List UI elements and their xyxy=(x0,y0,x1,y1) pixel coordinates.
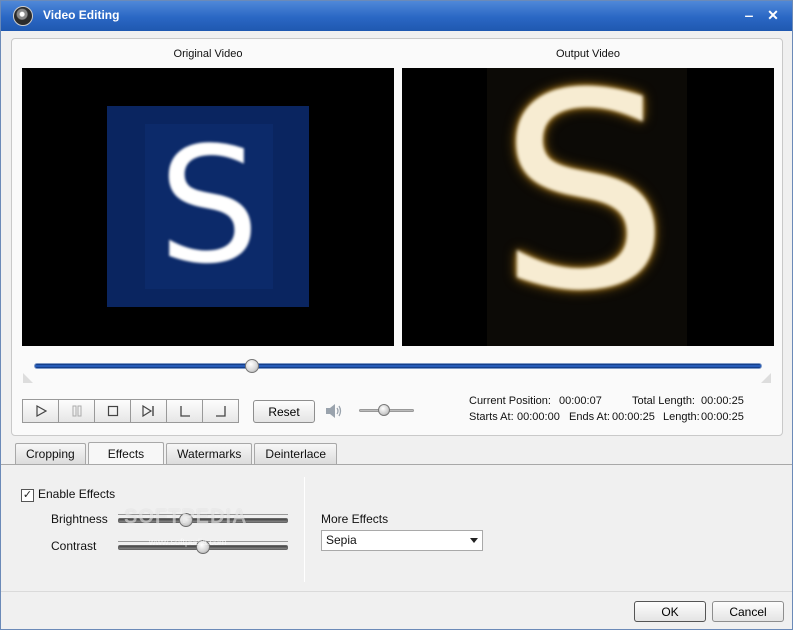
seek-thumb[interactable] xyxy=(245,359,260,373)
tab-strip: Cropping Effects Watermarks Deinterlace xyxy=(15,442,339,465)
ok-button[interactable]: OK xyxy=(634,601,706,622)
original-frame-letter: S xyxy=(158,112,260,299)
start-marker-icon[interactable] xyxy=(23,373,33,383)
seek-bar[interactable] xyxy=(34,363,762,369)
starts-at-label: Starts At: xyxy=(469,411,514,423)
effects-panel xyxy=(1,464,792,591)
ends-at-value: 00:00:25 xyxy=(612,411,655,423)
cancel-button[interactable]: Cancel xyxy=(712,601,784,622)
more-effects-label: More Effects xyxy=(321,512,389,526)
output-frame-letter: S xyxy=(498,68,670,346)
enable-effects-label: Enable Effects xyxy=(38,487,116,501)
disc-icon xyxy=(13,6,33,26)
footer-divider xyxy=(1,591,792,592)
length-value: 00:00:25 xyxy=(701,411,744,423)
starts-at-value: 00:00:00 xyxy=(517,411,560,423)
play-button[interactable] xyxy=(22,399,59,423)
reset-button[interactable]: Reset xyxy=(253,400,315,423)
play-icon xyxy=(35,405,47,417)
more-effects-select[interactable]: Sepia xyxy=(321,530,483,551)
original-frame-content: S xyxy=(107,106,309,307)
title-bar[interactable]: Video Editing ‒ ✕ xyxy=(1,1,792,31)
original-video-label: Original Video xyxy=(173,48,243,60)
close-button[interactable]: ✕ xyxy=(763,5,783,25)
contrast-label: Contrast xyxy=(51,539,97,553)
total-length-label: Total Length: xyxy=(632,395,695,407)
pause-icon xyxy=(72,405,81,417)
tab-watermarks[interactable]: Watermarks xyxy=(166,443,253,464)
softpedia-watermark: SOFTPEDIA xyxy=(124,506,248,528)
tab-cropping[interactable]: Cropping xyxy=(15,443,86,464)
more-effects-value: Sepia xyxy=(326,533,357,547)
current-position-value: 00:00:07 xyxy=(559,395,602,407)
set-start-icon xyxy=(179,406,190,417)
tab-deinterlace[interactable]: Deinterlace xyxy=(254,443,338,464)
set-end-button[interactable] xyxy=(202,399,239,423)
minimize-button[interactable]: ‒ xyxy=(739,5,759,25)
length-label: Length: xyxy=(663,411,700,423)
enable-effects-checkbox[interactable]: ✓ xyxy=(21,489,34,502)
stop-icon xyxy=(107,405,118,417)
output-video-view: S xyxy=(402,68,774,346)
ends-at-label: Ends At: xyxy=(569,411,610,423)
speaker-icon[interactable] xyxy=(324,403,344,419)
output-video-label: Output Video xyxy=(555,48,620,60)
tab-effects[interactable]: Effects xyxy=(87,442,165,465)
preview-panel: Original Video Output Video S S Reset Cu… xyxy=(11,38,783,436)
brightness-label: Brightness xyxy=(51,512,108,526)
end-marker-icon[interactable] xyxy=(761,373,771,383)
transport-controls xyxy=(22,399,239,423)
current-position-label: Current Position: xyxy=(469,395,551,407)
original-video-view: S xyxy=(22,68,394,346)
set-start-button[interactable] xyxy=(166,399,203,423)
pause-button[interactable] xyxy=(58,399,95,423)
volume-thumb[interactable] xyxy=(377,404,390,416)
next-frame-button[interactable] xyxy=(130,399,167,423)
dropdown-arrow-icon xyxy=(470,538,478,543)
stop-button[interactable] xyxy=(94,399,131,423)
next-frame-icon xyxy=(141,405,154,417)
softpedia-watermark-url: www.softpedia.com xyxy=(149,537,227,547)
total-length-value: 00:00:25 xyxy=(701,395,744,407)
panel-divider xyxy=(304,477,305,582)
set-end-icon xyxy=(215,406,226,417)
video-editing-window: Video Editing ‒ ✕ Original Video Output … xyxy=(0,0,793,630)
window-title: Video Editing xyxy=(43,8,120,22)
